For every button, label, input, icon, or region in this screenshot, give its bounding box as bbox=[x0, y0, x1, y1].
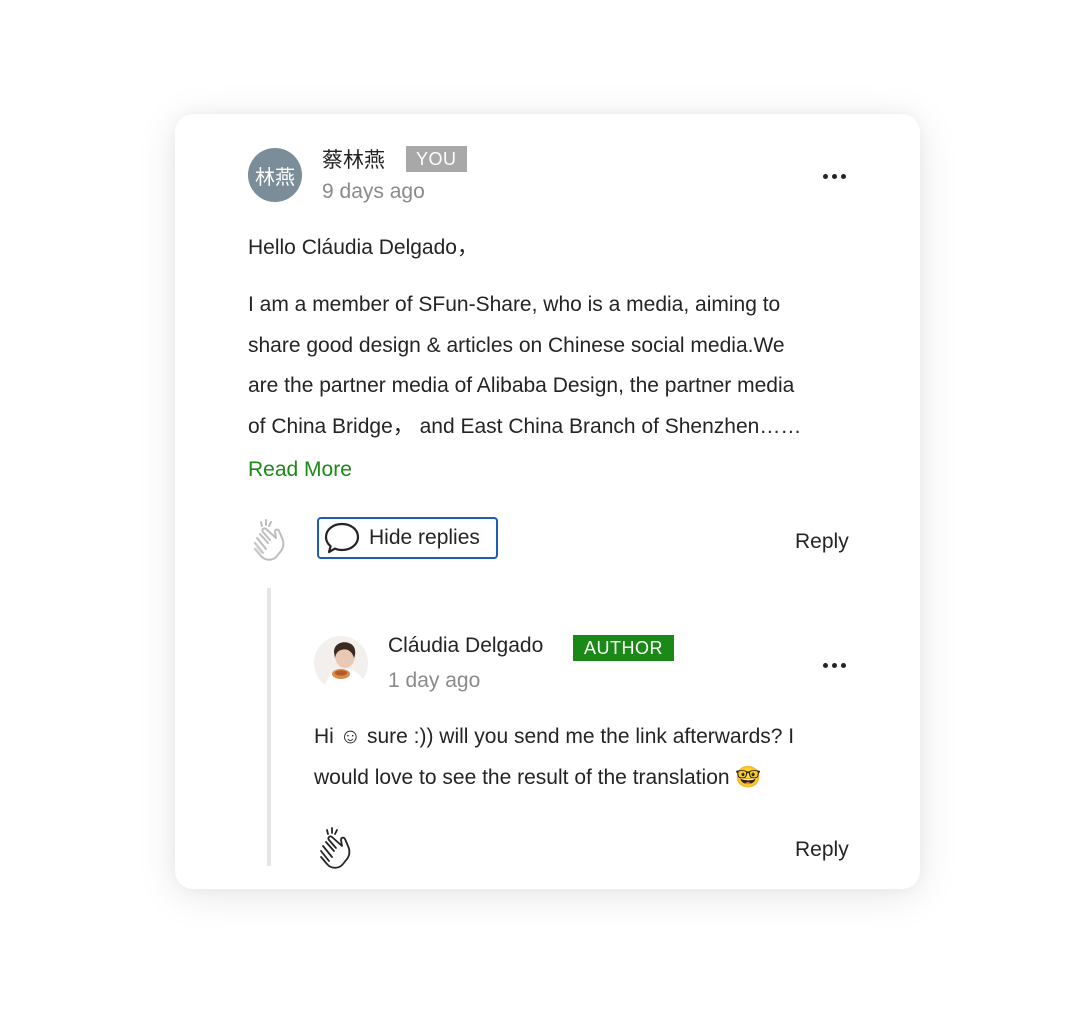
comment-body-line: of China Bridge， and East China Branch o… bbox=[248, 414, 802, 438]
more-options-button[interactable] bbox=[816, 166, 852, 186]
comment-body: I am a member of SFun-Share, who is a me… bbox=[248, 285, 888, 447]
clap-button[interactable] bbox=[247, 518, 289, 562]
clap-icon bbox=[320, 827, 351, 869]
avatar-initials: 林燕 bbox=[255, 166, 295, 189]
comment-card: 林燕 蔡林燕 YOU 9 days ago Hello Cláudia Delg… bbox=[175, 114, 920, 889]
comment-body-line: share good design & articles on Chinese … bbox=[248, 333, 785, 357]
clap-icon bbox=[254, 519, 285, 561]
reply-avatar[interactable] bbox=[314, 636, 368, 690]
read-more-link[interactable]: Read More bbox=[248, 458, 352, 482]
more-horizontal-icon bbox=[822, 662, 828, 668]
speech-bubble-icon bbox=[324, 522, 360, 554]
reply-button[interactable]: Reply bbox=[795, 530, 849, 554]
reply-body-line: Hi ☺ sure :)) will you send me the link … bbox=[314, 725, 795, 748]
avatar[interactable]: 林燕 bbox=[248, 148, 302, 202]
comment-body-line: I am a member of SFun-Share, who is a me… bbox=[248, 293, 781, 316]
comment-author-name[interactable]: 蔡林燕 bbox=[322, 144, 385, 174]
reply-more-options-button[interactable] bbox=[816, 655, 852, 675]
you-badge: YOU bbox=[406, 146, 467, 172]
author-badge: AUTHOR bbox=[573, 635, 674, 661]
more-horizontal-icon bbox=[822, 173, 828, 179]
reply-author-name[interactable]: Cláudia Delgado bbox=[388, 634, 543, 658]
reply-timestamp: 1 day ago bbox=[388, 669, 481, 692]
comment-greeting: Hello Cláudia Delgado， bbox=[248, 236, 478, 259]
comment-body-line: are the partner media of Alibaba Design,… bbox=[248, 374, 795, 397]
thread-line bbox=[267, 588, 271, 866]
comment-timestamp: 9 days ago bbox=[322, 180, 425, 203]
reply-body-line: would love to see the result of the tran… bbox=[314, 765, 762, 789]
reply-clap-button[interactable] bbox=[312, 826, 356, 870]
hide-replies-label: Hide replies bbox=[369, 526, 480, 549]
avatar-photo bbox=[314, 636, 368, 690]
reply-body: Hi ☺ sure :)) will you send me the link … bbox=[314, 717, 874, 798]
reply-reply-button[interactable]: Reply bbox=[795, 838, 849, 862]
hide-replies-button[interactable]: Hide replies bbox=[317, 517, 498, 559]
